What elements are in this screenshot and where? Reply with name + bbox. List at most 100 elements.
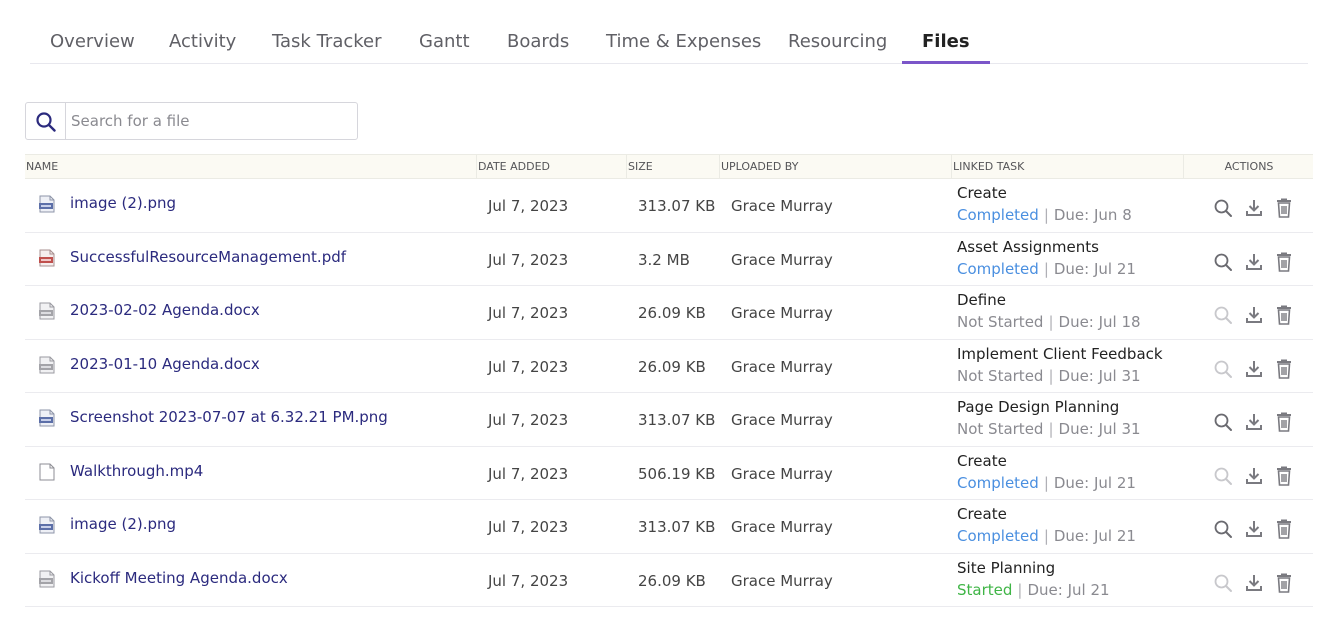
preview-file-button[interactable]	[1213, 252, 1233, 276]
file-name-link[interactable]: Screenshot 2023-07-07 at 6.32.21 PM.png	[70, 408, 388, 426]
task-status: Not Started	[957, 420, 1044, 438]
linked-task-name[interactable]: Implement Client Feedback	[957, 345, 1163, 363]
linked-task-name[interactable]: Asset Assignments	[957, 238, 1099, 256]
table-row: Walkthrough.mp4 Jul 7, 2023 506.19 KB Grace…	[25, 447, 1313, 500]
preview-file-button[interactable]	[1213, 412, 1233, 436]
download-file-button[interactable]	[1244, 359, 1264, 383]
date-added: Jul 7, 2023	[488, 411, 569, 429]
file-name-link[interactable]: 2023-01-10 Agenda.docx	[70, 355, 260, 373]
header-uploaded-by[interactable]: UPLOADED BY	[719, 155, 951, 178]
table-row: 2023-02-02 Agenda.docx Jul 7, 2023 26.09 K…	[25, 286, 1313, 340]
delete-file-button[interactable]	[1275, 412, 1293, 436]
file-name-link[interactable]: Walkthrough.mp4	[70, 462, 203, 480]
linked-task-name[interactable]: Page Design Planning	[957, 398, 1119, 416]
file-name-link[interactable]: image (2).png	[70, 515, 176, 533]
delete-file-button[interactable]	[1275, 573, 1293, 597]
delete-file-button[interactable]	[1275, 519, 1293, 543]
doc-file-icon	[38, 356, 56, 378]
header-linked-task[interactable]: LINKED TASK	[951, 155, 1183, 178]
delete-file-button[interactable]	[1275, 359, 1293, 383]
uploaded-by: Grace Murray	[731, 197, 833, 215]
header-date-added[interactable]: DATE ADDED	[476, 155, 626, 178]
uploaded-by: Grace Murray	[731, 357, 833, 376]
file-name-link[interactable]: SuccessfulResourceManagement.pdf	[70, 248, 346, 266]
preview-file-button[interactable]	[1213, 198, 1233, 222]
delete-file-button[interactable]	[1275, 252, 1293, 276]
preview-file-button[interactable]	[1213, 359, 1233, 383]
task-due-date: Due: Jul 31	[1058, 420, 1141, 438]
linked-task-name[interactable]: Site Planning	[957, 559, 1055, 577]
task-due-date: Due: Jul 21	[1053, 473, 1136, 492]
task-status: Not Started	[957, 366, 1044, 385]
separator: |	[1048, 420, 1054, 438]
preview-file-button[interactable]	[1213, 305, 1233, 329]
trash-icon	[1275, 466, 1293, 490]
header-size[interactable]: SIZE	[626, 155, 719, 178]
download-file-button[interactable]	[1244, 466, 1264, 490]
task-status: Completed	[957, 206, 1039, 224]
download-icon	[1244, 200, 1264, 222]
date-added: Jul 7, 2023	[488, 250, 569, 269]
date-added: Jul 7, 2023	[488, 571, 569, 590]
linked-task-meta: Completed | Due: Jul 21	[957, 474, 1136, 492]
header-name[interactable]: NAME	[25, 155, 476, 178]
tab-files[interactable]: Files	[902, 20, 989, 64]
task-due-date: Due: Jul 18	[1058, 313, 1141, 331]
download-file-button[interactable]	[1244, 305, 1264, 329]
table-row: SuccessfulResourceManagement.pdf Jul 7, 2…	[25, 233, 1313, 286]
trash-icon	[1275, 573, 1293, 597]
linked-task-name[interactable]: Create	[957, 184, 1007, 202]
tab-task-tracker[interactable]: Task Tracker	[272, 20, 382, 63]
delete-file-button[interactable]	[1275, 198, 1293, 222]
linked-task-name[interactable]: Create	[957, 505, 1007, 523]
table-row: Kickoff Meeting Agenda.docx Jul 7, 2023 26…	[25, 554, 1313, 607]
linked-task-meta: Not Started | Due: Jul 31	[957, 367, 1141, 385]
download-icon	[1244, 307, 1264, 329]
png-file-icon	[38, 195, 56, 217]
separator: |	[1043, 473, 1049, 492]
tab-activity[interactable]: Activity	[169, 20, 236, 63]
project-tabs: Overview Activity Task Tracker Gantt Boa…	[30, 20, 1308, 64]
task-due-date: Due: Jul 21	[1027, 580, 1110, 599]
search-button[interactable]	[26, 103, 66, 139]
preview-file-button[interactable]	[1213, 573, 1233, 597]
preview-file-button[interactable]	[1213, 519, 1233, 543]
preview-file-button[interactable]	[1213, 466, 1233, 490]
tab-overview[interactable]: Overview	[50, 20, 135, 63]
file-name-link[interactable]: 2023-02-02 Agenda.docx	[70, 301, 260, 319]
linked-task-meta: Completed | Due: Jul 21	[957, 260, 1136, 278]
task-due-date: Due: Jun 8	[1053, 206, 1132, 224]
download-file-button[interactable]	[1244, 198, 1264, 222]
file-size: 26.09 KB	[638, 304, 706, 322]
download-icon	[1244, 360, 1264, 383]
uploaded-by: Grace Murray	[731, 304, 833, 322]
table-row: Screenshot 2023-07-07 at 6.32.21 PM.png J…	[25, 393, 1313, 447]
trash-icon	[1275, 412, 1293, 436]
download-icon	[1244, 521, 1264, 543]
tab-resourcing[interactable]: Resourcing	[788, 20, 887, 63]
file-size: 313.07 KB	[638, 518, 716, 536]
linked-task-name[interactable]: Create	[957, 452, 1007, 470]
doc-file-icon	[38, 302, 56, 324]
date-added: Jul 7, 2023	[488, 357, 569, 376]
linked-task-name[interactable]: Define	[957, 291, 1006, 309]
uploaded-by: Grace Murray	[731, 411, 833, 429]
search-input[interactable]	[66, 103, 356, 139]
download-icon	[1244, 467, 1264, 490]
file-name-link[interactable]: Kickoff Meeting Agenda.docx	[70, 569, 288, 587]
file-size: 26.09 KB	[638, 571, 706, 590]
download-file-button[interactable]	[1244, 412, 1264, 436]
tab-time-expenses[interactable]: Time & Expenses	[606, 20, 761, 63]
uploaded-by: Grace Murray	[731, 518, 833, 536]
download-file-button[interactable]	[1244, 519, 1264, 543]
delete-file-button[interactable]	[1275, 305, 1293, 329]
download-file-button[interactable]	[1244, 573, 1264, 597]
magnifier-icon	[1213, 360, 1233, 383]
file-name-link[interactable]: image (2).png	[70, 194, 176, 212]
delete-file-button[interactable]	[1275, 466, 1293, 490]
tab-gantt[interactable]: Gantt	[419, 20, 470, 63]
download-file-button[interactable]	[1244, 252, 1264, 276]
trash-icon	[1275, 305, 1293, 329]
tab-boards[interactable]: Boards	[507, 20, 569, 63]
file-search	[25, 102, 358, 140]
